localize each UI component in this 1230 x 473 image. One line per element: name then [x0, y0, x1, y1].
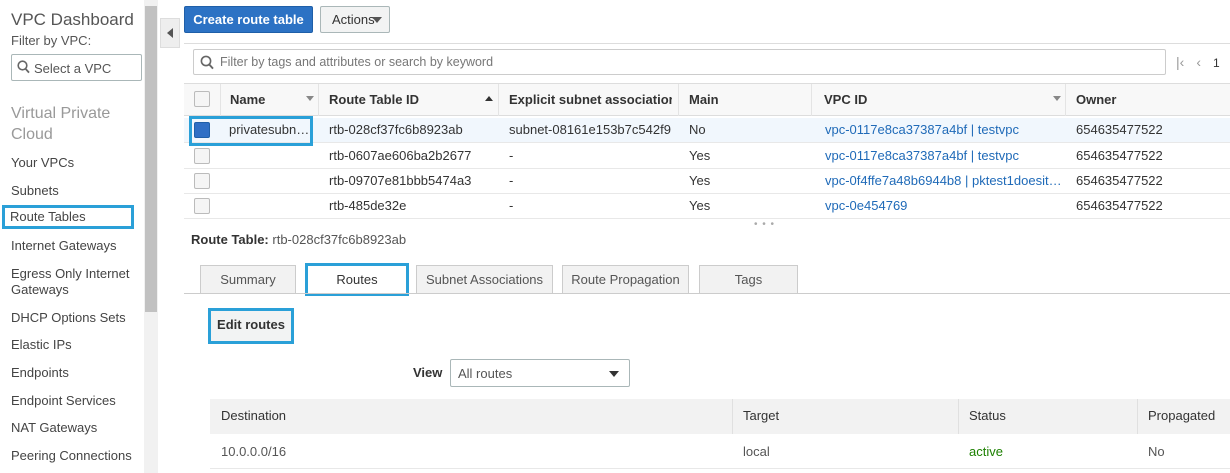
column-destination[interactable]: Destination	[221, 408, 286, 423]
chevron-down-icon	[609, 371, 619, 377]
sidebar-item-nat-gateways[interactable]: NAT Gateways	[11, 420, 139, 436]
sort-down-icon[interactable]	[306, 96, 314, 101]
column-status[interactable]: Status	[969, 408, 1006, 423]
row-main: No	[689, 122, 706, 137]
sidebar-item-route-tables[interactable]: Route Tables	[2, 205, 134, 229]
row-route-table-id: rtb-0607ae606ba2b2677	[329, 148, 472, 163]
row-checkbox[interactable]	[194, 173, 210, 189]
row-subnet: -	[509, 198, 514, 213]
tab-routes[interactable]: Routes	[305, 263, 409, 296]
sidebar-title[interactable]: VPC Dashboard	[11, 10, 134, 30]
row-owner: 654635477522	[1076, 173, 1163, 188]
edit-routes-button[interactable]: Edit routes	[208, 308, 294, 344]
table-row[interactable]: rtb-09707e81bbb5474a3 - Yes vpc-0f4ffe7a…	[184, 169, 1230, 194]
page-number: 1	[1212, 56, 1220, 70]
routes-table-header: Destination Target Status Propagated	[210, 399, 1230, 434]
column-target[interactable]: Target	[743, 408, 779, 423]
table-row[interactable]: rtb-485de32e - Yes vpc-0e454769 65463547…	[184, 194, 1230, 219]
tab-summary[interactable]: Summary	[200, 265, 296, 294]
row-subnet: -	[509, 148, 514, 163]
actions-label: Actions	[332, 12, 375, 27]
selected-route-table-label: Route Table: rtb-028cf37fc6b8923ab	[191, 232, 406, 247]
row-name[interactable]: privatesubn…	[189, 116, 313, 146]
row-main: Yes	[689, 198, 711, 213]
row-vpc-link[interactable]: vpc-0117e8ca37387a4bf | testvpc	[825, 148, 1019, 163]
table-row: 10.0.0.0/16 local active No	[210, 435, 1230, 469]
table-row[interactable]: privatesubn… rtb-028cf37fc6b8923ab subne…	[184, 116, 1230, 146]
row-owner: 654635477522	[1076, 198, 1163, 213]
row-vpc-link[interactable]: vpc-0117e8ca37387a4bf | testvpc	[825, 122, 1019, 137]
pagination: |‹ ‹ 1	[1176, 54, 1230, 70]
column-vpc-id[interactable]: VPC ID	[824, 92, 867, 107]
sidebar-item-elastic-ips[interactable]: Elastic IPs	[11, 337, 139, 353]
toolbar-divider	[184, 43, 1230, 44]
filter-placeholder: Filter by tags and attributes or search …	[220, 55, 494, 69]
column-explicit-subnet-association[interactable]: Explicit subnet associatior	[509, 92, 672, 107]
sort-up-icon[interactable]	[485, 96, 493, 101]
row-main: Yes	[689, 173, 711, 188]
tab-divider	[184, 293, 1230, 294]
row-subnet: subnet-08161e153b7c542f9	[509, 122, 671, 137]
sidebar-item-internet-gateways[interactable]: Internet Gateways	[11, 238, 139, 254]
column-route-table-id[interactable]: Route Table ID	[329, 92, 419, 107]
row-route-table-id: rtb-485de32e	[329, 198, 407, 213]
column-owner[interactable]: Owner	[1076, 92, 1116, 107]
row-main: Yes	[689, 148, 711, 163]
table-header: Name Route Table ID Explicit subnet asso…	[184, 83, 1230, 116]
create-route-table-button[interactable]: Create route table	[184, 6, 313, 33]
tab-route-propagation[interactable]: Route Propagation	[562, 265, 689, 294]
sidebar-section-heading: Virtual Private Cloud	[11, 105, 111, 143]
row-owner: 654635477522	[1076, 122, 1163, 137]
row-checkbox[interactable]	[194, 148, 210, 164]
previous-page-icon[interactable]: ‹	[1196, 54, 1201, 70]
actions-dropdown-button[interactable]: Actions	[320, 6, 390, 33]
sidebar-item-egress-only-internet-gateways[interactable]: Egress Only Internet Gateways	[11, 266, 131, 298]
route-status: active	[969, 444, 1003, 459]
view-label: View	[413, 365, 443, 380]
sidebar: VPC Dashboard Filter by VPC: Select a VP…	[0, 0, 158, 473]
table-row[interactable]: rtb-0607ae606ba2b2677 - Yes vpc-0117e8ca…	[184, 144, 1230, 169]
route-destination: 10.0.0.0/16	[221, 444, 287, 459]
row-vpc-link[interactable]: vpc-0e454769	[825, 198, 907, 213]
sort-down-icon[interactable]	[1053, 96, 1061, 101]
row-route-table-id: rtb-028cf37fc6b8923ab	[329, 122, 463, 137]
row-checkbox[interactable]	[194, 198, 210, 214]
column-propagated[interactable]: Propagated	[1148, 408, 1215, 423]
sidebar-item-dhcp-options-sets[interactable]: DHCP Options Sets	[11, 310, 139, 326]
panel-resize-handle[interactable]: • • •	[754, 219, 775, 230]
view-select-value: All routes	[458, 366, 513, 381]
chevron-down-icon	[372, 17, 382, 23]
select-all-checkbox[interactable]	[194, 91, 210, 107]
first-page-icon[interactable]: |‹	[1176, 54, 1184, 70]
tab-tags[interactable]: Tags	[699, 265, 798, 294]
vpc-select-placeholder: Select a VPC	[34, 61, 112, 76]
row-owner: 654635477522	[1076, 148, 1163, 163]
vpc-select[interactable]: Select a VPC	[11, 54, 142, 81]
sidebar-item-peering-connections[interactable]: Peering Connections	[11, 448, 139, 464]
sidebar-item-endpoint-services[interactable]: Endpoint Services	[11, 393, 139, 409]
collapse-sidebar-button[interactable]	[160, 18, 180, 48]
sidebar-item-endpoints[interactable]: Endpoints	[11, 365, 139, 381]
search-icon	[17, 60, 30, 77]
tab-subnet-associations[interactable]: Subnet Associations	[416, 265, 553, 294]
view-select[interactable]: All routes	[450, 359, 630, 387]
sidebar-scrollbar-thumb[interactable]	[145, 6, 157, 312]
column-main[interactable]: Main	[689, 92, 719, 107]
row-route-table-id: rtb-09707e81bbb5474a3	[329, 173, 472, 188]
route-table-label: Route Table:	[191, 232, 269, 247]
route-target: local	[743, 444, 770, 459]
row-subnet: -	[509, 173, 514, 188]
search-icon	[200, 55, 214, 73]
route-propagated: No	[1148, 444, 1165, 459]
sidebar-item-subnets[interactable]: Subnets	[11, 183, 139, 199]
filter-by-vpc-label: Filter by VPC:	[11, 33, 92, 48]
route-table-value: rtb-028cf37fc6b8923ab	[272, 232, 407, 247]
row-vpc-link[interactable]: vpc-0f4ffe7a48b6944b8 | pktest1doesit…	[825, 173, 1060, 188]
sidebar-item-your-vpcs[interactable]: Your VPCs	[11, 155, 139, 171]
filter-search-input[interactable]: Filter by tags and attributes or search …	[193, 49, 1166, 75]
column-name[interactable]: Name	[230, 92, 265, 107]
chevron-left-icon	[167, 28, 173, 38]
